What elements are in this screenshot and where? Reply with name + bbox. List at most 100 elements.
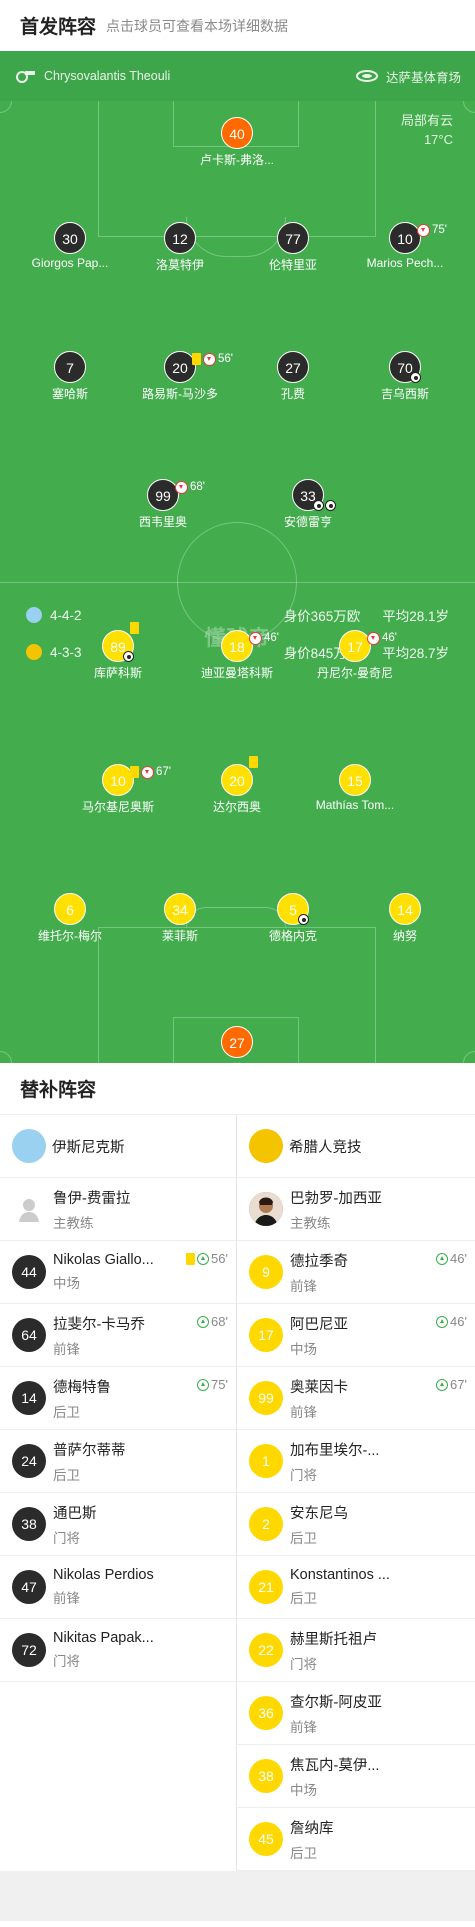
substitute-name: 阿巴尼亚 <box>290 1316 348 1333</box>
player-number: 7 <box>54 351 86 383</box>
substitute-name: Nikolas Giallo... <box>53 1252 154 1268</box>
substitute-position: 门将 <box>290 1467 317 1483</box>
substitute-row[interactable]: 72 Nikitas Papak... 门将 <box>0 1619 236 1682</box>
player-number: 10 75' <box>389 222 447 254</box>
away-team-header[interactable]: 希腊人竞技 <box>237 1115 475 1178</box>
player-marker[interactable]: 12 洛莫特伊 <box>120 222 240 273</box>
substitute-number: 45 <box>249 1822 283 1856</box>
player-number: 5 <box>277 893 309 925</box>
substitute-number: 47 <box>12 1570 46 1604</box>
substitute-events: 75' <box>197 1377 228 1392</box>
substitute-position: 后卫 <box>53 1467 80 1483</box>
substitute-events: 68' <box>197 1314 228 1329</box>
player-marker[interactable]: 34 莱菲斯 <box>120 893 240 944</box>
player-marker[interactable]: 10 67' 马尔基尼奥斯 <box>58 764 178 815</box>
venue: 达萨基体育场 <box>355 67 461 86</box>
section-hint: 点击球员可查看本场详细数据 <box>106 17 289 34</box>
player-marker[interactable]: 27 孔费 <box>233 351 353 402</box>
player-name: 孔费 <box>280 387 305 401</box>
substitute-row[interactable]: 38 焦瓦内-莫伊... 中场 <box>237 1745 475 1808</box>
player-marker[interactable]: 33 安德雷亨 <box>248 479 368 530</box>
away-coach[interactable]: 巴勃罗-加西亚 主教练 <box>237 1178 475 1241</box>
substitute-name: Nikolas Perdios <box>53 1567 154 1583</box>
substitute-number: 1 <box>249 1444 283 1478</box>
player-marker[interactable]: 5 德格内克 <box>233 893 353 944</box>
sub-in-icon <box>436 1378 449 1391</box>
sub-minute: 46' <box>264 632 279 644</box>
substitute-row[interactable]: 14 德梅特鲁 后卫 75' <box>0 1367 236 1430</box>
goal-ball-icon <box>313 500 324 511</box>
substitute-number: 38 <box>12 1507 46 1541</box>
player-marker[interactable]: 99 68' 西韦里奥 <box>103 479 223 530</box>
substitute-row[interactable]: 36 查尔斯-阿皮亚 前锋 <box>237 1682 475 1745</box>
home-team-value: 身价365万欧 <box>283 609 361 624</box>
substitute-row[interactable]: 45 詹纳库 后卫 <box>237 1808 475 1871</box>
substitute-position: 前锋 <box>290 1278 317 1294</box>
home-team-summary[interactable]: 4-4-2 身价365万欧 平均28.1岁 <box>0 605 475 625</box>
goal-ball-icon <box>325 500 336 511</box>
substitute-number: 21 <box>249 1570 283 1604</box>
substitute-row[interactable]: 64 拉斐尔-卡马乔 前锋 68' <box>0 1304 236 1367</box>
substitute-name: 詹纳库 <box>290 1820 334 1837</box>
player-number: 20 <box>221 756 258 796</box>
player-name: 贝莱克 <box>177 1060 297 1063</box>
referee: Chrysovalantis Theouli <box>14 69 170 83</box>
player-marker[interactable]: 27 贝莱克 <box>177 1026 297 1063</box>
substitute-row[interactable]: 38 通巴斯 门将 <box>0 1493 236 1556</box>
substitute-row[interactable]: 22 赫里斯托祖卢 门将 <box>237 1619 475 1682</box>
substitute-row[interactable]: 44 Nikolas Giallo... 中场 56' <box>0 1241 236 1304</box>
sub-out-icon <box>175 480 188 494</box>
substitute-row[interactable]: 17 阿巴尼亚 中场 46' <box>237 1304 475 1367</box>
sub-minute: 75' <box>211 1377 228 1392</box>
player-name: 西韦里奥 <box>138 515 187 529</box>
player-marker[interactable]: 18 46' 迪亚曼塔科斯 <box>177 630 297 681</box>
sub-minute: 46' <box>382 632 397 644</box>
substitutes-title: 替补阵容 <box>0 1063 475 1115</box>
substitute-row[interactable]: 21 Konstantinos ... 后卫 <box>237 1556 475 1619</box>
goal-ball-icon <box>298 914 309 925</box>
player-marker[interactable]: 77 伦特里亚 <box>233 222 353 273</box>
goals <box>410 372 421 383</box>
player-marker[interactable]: 30 Giorgos Pap... <box>10 222 130 270</box>
home-substitutes: 伊斯尼克斯 鲁伊-费雷拉 主教练 44 Nikolas Giallo... 中场 56… <box>0 1115 237 1871</box>
player-marker[interactable]: 6 维托尔-梅尔 <box>10 893 130 944</box>
substitute-position: 前锋 <box>53 1341 80 1357</box>
player-marker[interactable]: 89 库萨科斯 <box>58 622 178 681</box>
sub-in-icon <box>436 1315 449 1328</box>
player-name: 莱菲斯 <box>161 929 198 943</box>
page-bottom-spacer <box>0 1871 475 1921</box>
player-number: 40 <box>221 117 253 149</box>
player-name: 达尔西奥 <box>212 800 261 814</box>
home-team-header[interactable]: 伊斯尼克斯 <box>0 1115 236 1178</box>
substitute-row[interactable]: 24 普萨尔蒂蒂 后卫 <box>0 1430 236 1493</box>
player-marker[interactable]: 40 卢卡斯-弗洛... <box>177 117 297 168</box>
sub-out-icon <box>367 631 380 645</box>
player-marker[interactable]: 20 达尔西奥 <box>177 756 297 815</box>
substitute-number: 17 <box>249 1318 283 1352</box>
home-coach[interactable]: 鲁伊-费雷拉 主教练 <box>0 1178 236 1241</box>
player-name: 路易斯-马沙多 <box>142 387 218 401</box>
weather-temperature: 17°C <box>423 132 453 147</box>
player-marker[interactable]: 10 75' Marios Pech... <box>345 222 465 270</box>
substitute-events: 46' <box>436 1314 467 1329</box>
substitute-name: 安东尼乌 <box>290 1505 348 1522</box>
coach-name: 鲁伊-费雷拉 <box>53 1190 131 1207</box>
weather-condition: 局部有云 <box>400 113 453 128</box>
substitute-row[interactable]: 1 加布里埃尔-... 门将 <box>237 1430 475 1493</box>
player-marker[interactable]: 15 Mathías Tom... <box>295 764 415 812</box>
substitutes-section: 替补阵容 伊斯尼克斯 鲁伊-费雷拉 主教练 44 Nikolas Giallo..… <box>0 1063 475 1921</box>
substitute-row[interactable]: 2 安东尼乌 后卫 <box>237 1493 475 1556</box>
home-team-badge-icon <box>26 607 42 623</box>
sub-minute: 46' <box>450 1251 467 1266</box>
player-marker[interactable]: 70 吉乌西斯 <box>345 351 465 402</box>
player-marker[interactable]: 17 46' 丹尼尔-曼奇尼 <box>295 630 415 681</box>
player-name: 迪亚曼塔科斯 <box>200 666 273 680</box>
player-name: 吉乌西斯 <box>380 387 429 401</box>
player-number: 30 <box>54 222 86 254</box>
substitute-row[interactable]: 9 德拉季奇 前锋 46' <box>237 1241 475 1304</box>
player-marker[interactable]: 20 56' 路易斯-马沙多 <box>120 351 240 402</box>
substitute-row[interactable]: 99 奥莱因卡 前锋 67' <box>237 1367 475 1430</box>
substitute-row[interactable]: 47 Nikolas Perdios 前锋 <box>0 1556 236 1619</box>
player-marker[interactable]: 7 塞哈斯 <box>10 351 130 402</box>
player-marker[interactable]: 14 纳努 <box>345 893 465 944</box>
